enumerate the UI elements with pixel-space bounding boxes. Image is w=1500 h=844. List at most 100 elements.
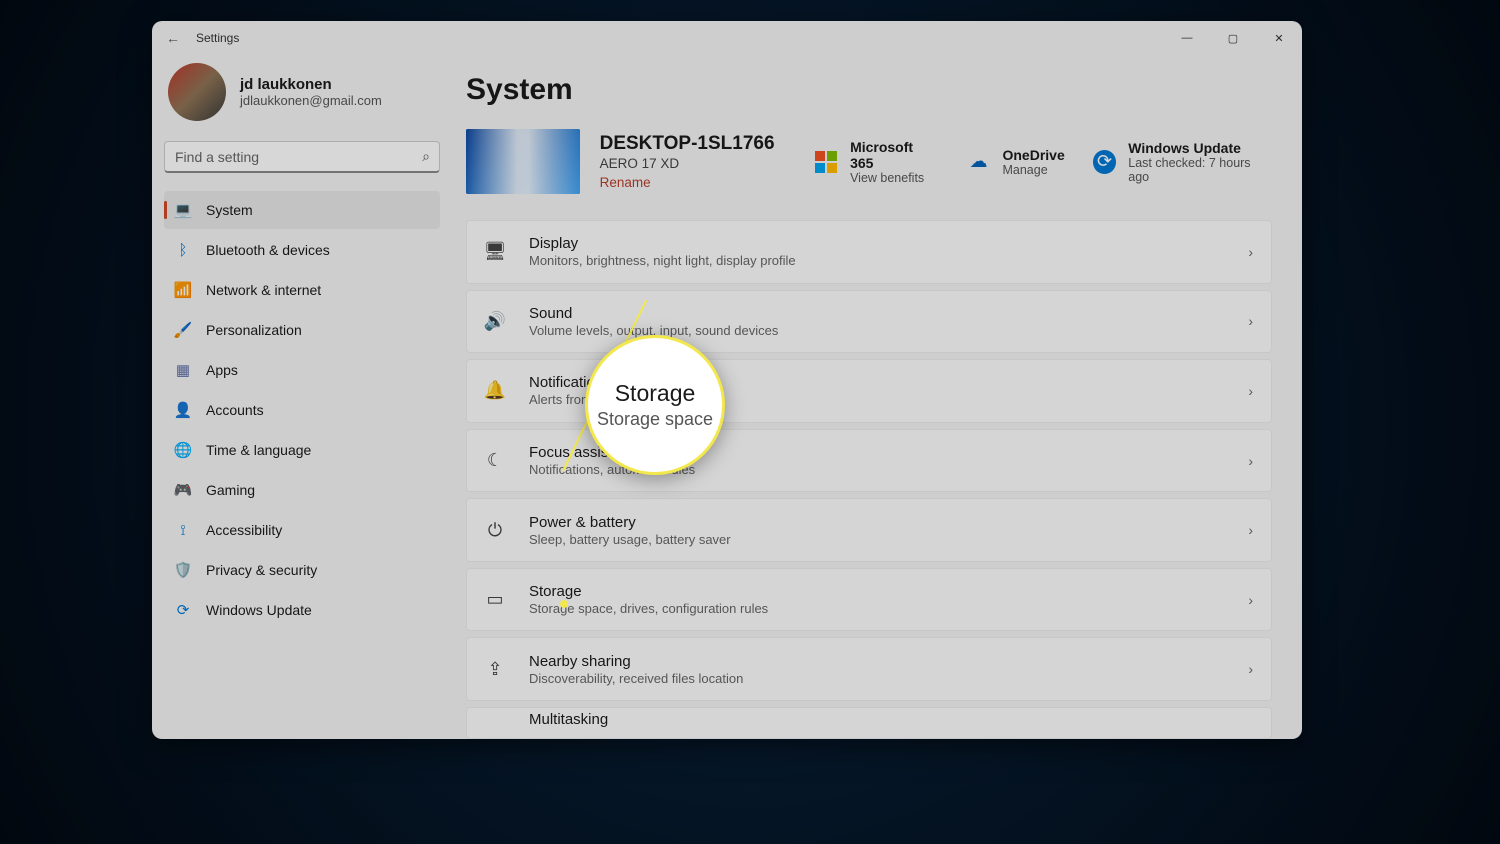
sidebar-item-label: Windows Update <box>206 602 312 618</box>
sidebar-item-accessibility[interactable]: ⟟ Accessibility <box>164 511 440 549</box>
avatar <box>168 63 226 121</box>
windows-update-link[interactable]: ⟳ Windows Update Last checked: 7 hours a… <box>1093 140 1272 184</box>
profile-block[interactable]: jd laukkonen jdlaukkonen@gmail.com <box>164 55 440 137</box>
card-title: Multitasking <box>529 711 1253 728</box>
back-button[interactable]: ← <box>166 30 180 46</box>
card-multitasking[interactable]: Multitasking <box>466 707 1272 739</box>
card-nearby-sharing[interactable]: ⇪ Nearby sharingDiscoverability, received… <box>466 637 1272 701</box>
sidebar-item-privacy-security[interactable]: 🛡️ Privacy & security <box>164 551 440 589</box>
personalization-icon: 🖌️ <box>174 321 192 339</box>
sidebar-item-gaming[interactable]: 🎮 Gaming <box>164 471 440 509</box>
maximize-button[interactable]: ▢ <box>1210 21 1256 55</box>
sidebar-item-network-internet[interactable]: 📶 Network & internet <box>164 271 440 309</box>
update-sub: Last checked: 7 hours ago <box>1128 156 1272 184</box>
onedrive-sub: Manage <box>1002 163 1064 177</box>
device-model: AERO 17 XD <box>600 156 775 171</box>
update-icon: ⟳ <box>1093 150 1117 174</box>
system-icon: 💻 <box>174 201 192 219</box>
sidebar-item-apps[interactable]: ▦Apps <box>164 351 440 389</box>
chevron-right-icon: › <box>1248 522 1253 538</box>
card-title: Sound <box>529 305 1228 322</box>
sidebar-item-personalization[interactable]: 🖌️ Personalization <box>164 311 440 349</box>
page-title: System <box>466 73 1272 107</box>
notifications-icon: 🔔 <box>481 380 509 401</box>
gaming-icon: 🎮 <box>174 481 192 499</box>
profile-name: jd laukkonen <box>240 76 382 93</box>
sidebar-nav: 💻 System ᛒ Bluetooth & devices 📶 Network & in… <box>164 191 440 629</box>
sound-icon: 🔊 <box>481 311 509 332</box>
ms365-sub: View benefits <box>850 171 938 185</box>
callout-title: Storage <box>615 380 696 407</box>
update-icon: ⟳ <box>174 601 192 619</box>
callout-dot <box>560 600 568 608</box>
sidebar-item-label: Personalization <box>206 322 302 338</box>
main-content: System DESKTOP-1SL1766 AERO 17 XD Rename <box>452 55 1302 739</box>
onedrive-link[interactable]: ☁ OneDrive Manage <box>966 147 1064 177</box>
chevron-right-icon: › <box>1248 244 1253 260</box>
card-focus-assist[interactable]: ☾Focus assistNotifications, automatic ru… <box>466 429 1272 493</box>
ms365-link[interactable]: Microsoft 365 View benefits <box>815 139 939 185</box>
ms365-title: Microsoft 365 <box>850 139 938 171</box>
device-header: DESKTOP-1SL1766 AERO 17 XD Rename Micros… <box>466 129 1272 194</box>
chevron-right-icon: › <box>1248 383 1253 399</box>
sidebar-item-label: System <box>206 202 253 218</box>
chevron-right-icon: › <box>1248 313 1253 329</box>
card-power-battery[interactable]: ⏻Power & batterySleep, battery usage, ba… <box>466 498 1272 562</box>
card-sub: Monitors, brightness, night light, displ… <box>529 253 1228 268</box>
sidebar-item-system[interactable]: 💻 System <box>164 191 440 229</box>
callout-sub: Storage space <box>597 409 713 430</box>
titlebar: ← Settings — ▢ ✕ <box>152 21 1302 55</box>
storage-icon: ▭ <box>481 589 509 610</box>
rename-link[interactable]: Rename <box>600 175 775 190</box>
sidebar-item-label: Accounts <box>206 402 264 418</box>
sidebar: jd laukkonen jdlaukkonen@gmail.com ⌕ 💻 Sy… <box>152 55 452 739</box>
display-icon: 🖥 <box>481 241 509 262</box>
card-sub: Discoverability, received files location <box>529 671 1228 686</box>
device-name: DESKTOP-1SL1766 <box>600 133 775 155</box>
ms365-icon <box>815 150 839 174</box>
card-title: Display <box>529 235 1228 252</box>
power-icon: ⏻ <box>481 520 509 541</box>
settings-window: ← Settings — ▢ ✕ jd laukkonen jdlaukkone… <box>152 21 1302 739</box>
card-sound[interactable]: 🔊SoundVolume levels, output, input, soun… <box>466 290 1272 354</box>
card-title: Nearby sharing <box>529 653 1228 670</box>
chevron-right-icon: › <box>1248 661 1253 677</box>
privacy-icon: 🛡️ <box>174 561 192 579</box>
network-icon: 📶 <box>174 281 192 299</box>
sidebar-item-label: Privacy & security <box>206 562 317 578</box>
close-button[interactable]: ✕ <box>1256 21 1302 55</box>
onedrive-icon: ☁ <box>966 150 990 174</box>
bluetooth-icon: ᛒ <box>174 242 192 259</box>
sidebar-item-label: Bluetooth & devices <box>206 242 330 258</box>
minimize-button[interactable]: — <box>1164 21 1210 55</box>
sidebar-item-time-language[interactable]: 🌐 Time & language <box>164 431 440 469</box>
search-input[interactable] <box>164 141 440 173</box>
card-display[interactable]: 🖥 DisplayMonitors, brightness, night ligh… <box>466 220 1272 284</box>
callout-lens: Storage Storage space <box>585 335 725 475</box>
chevron-right-icon: › <box>1248 453 1253 469</box>
sidebar-item-label: Time & language <box>206 442 311 458</box>
sidebar-item-bluetooth-devices[interactable]: ᛒ Bluetooth & devices <box>164 231 440 269</box>
search-icon: ⌕ <box>422 148 430 165</box>
window-controls: — ▢ ✕ <box>1164 21 1302 55</box>
time-language-icon: 🌐 <box>174 441 192 459</box>
nearby-sharing-icon: ⇪ <box>481 659 509 680</box>
sidebar-item-label: Accessibility <box>206 522 282 538</box>
onedrive-title: OneDrive <box>1002 147 1064 163</box>
focus-assist-icon: ☾ <box>481 450 509 471</box>
card-sub: Storage space, drives, configuration rul… <box>529 601 1228 616</box>
update-title: Windows Update <box>1128 140 1272 156</box>
card-title: Power & battery <box>529 514 1228 531</box>
sidebar-item-label: Apps <box>206 362 238 378</box>
sidebar-item-label: Network & internet <box>206 282 321 298</box>
accessibility-icon: ⟟ <box>174 522 192 539</box>
card-title: Storage <box>529 583 1228 600</box>
sidebar-item-windows-update[interactable]: ⟳ Windows Update <box>164 591 440 629</box>
sidebar-item-accounts[interactable]: 👤Accounts <box>164 391 440 429</box>
card-storage[interactable]: ▭ StorageStorage space, drives, configura… <box>466 568 1272 632</box>
sidebar-item-label: Gaming <box>206 482 255 498</box>
profile-email: jdlaukkonen@gmail.com <box>240 93 382 108</box>
chevron-right-icon: › <box>1248 592 1253 608</box>
app-title: Settings <box>196 31 239 45</box>
settings-cards: 🖥 DisplayMonitors, brightness, night ligh… <box>466 220 1272 739</box>
